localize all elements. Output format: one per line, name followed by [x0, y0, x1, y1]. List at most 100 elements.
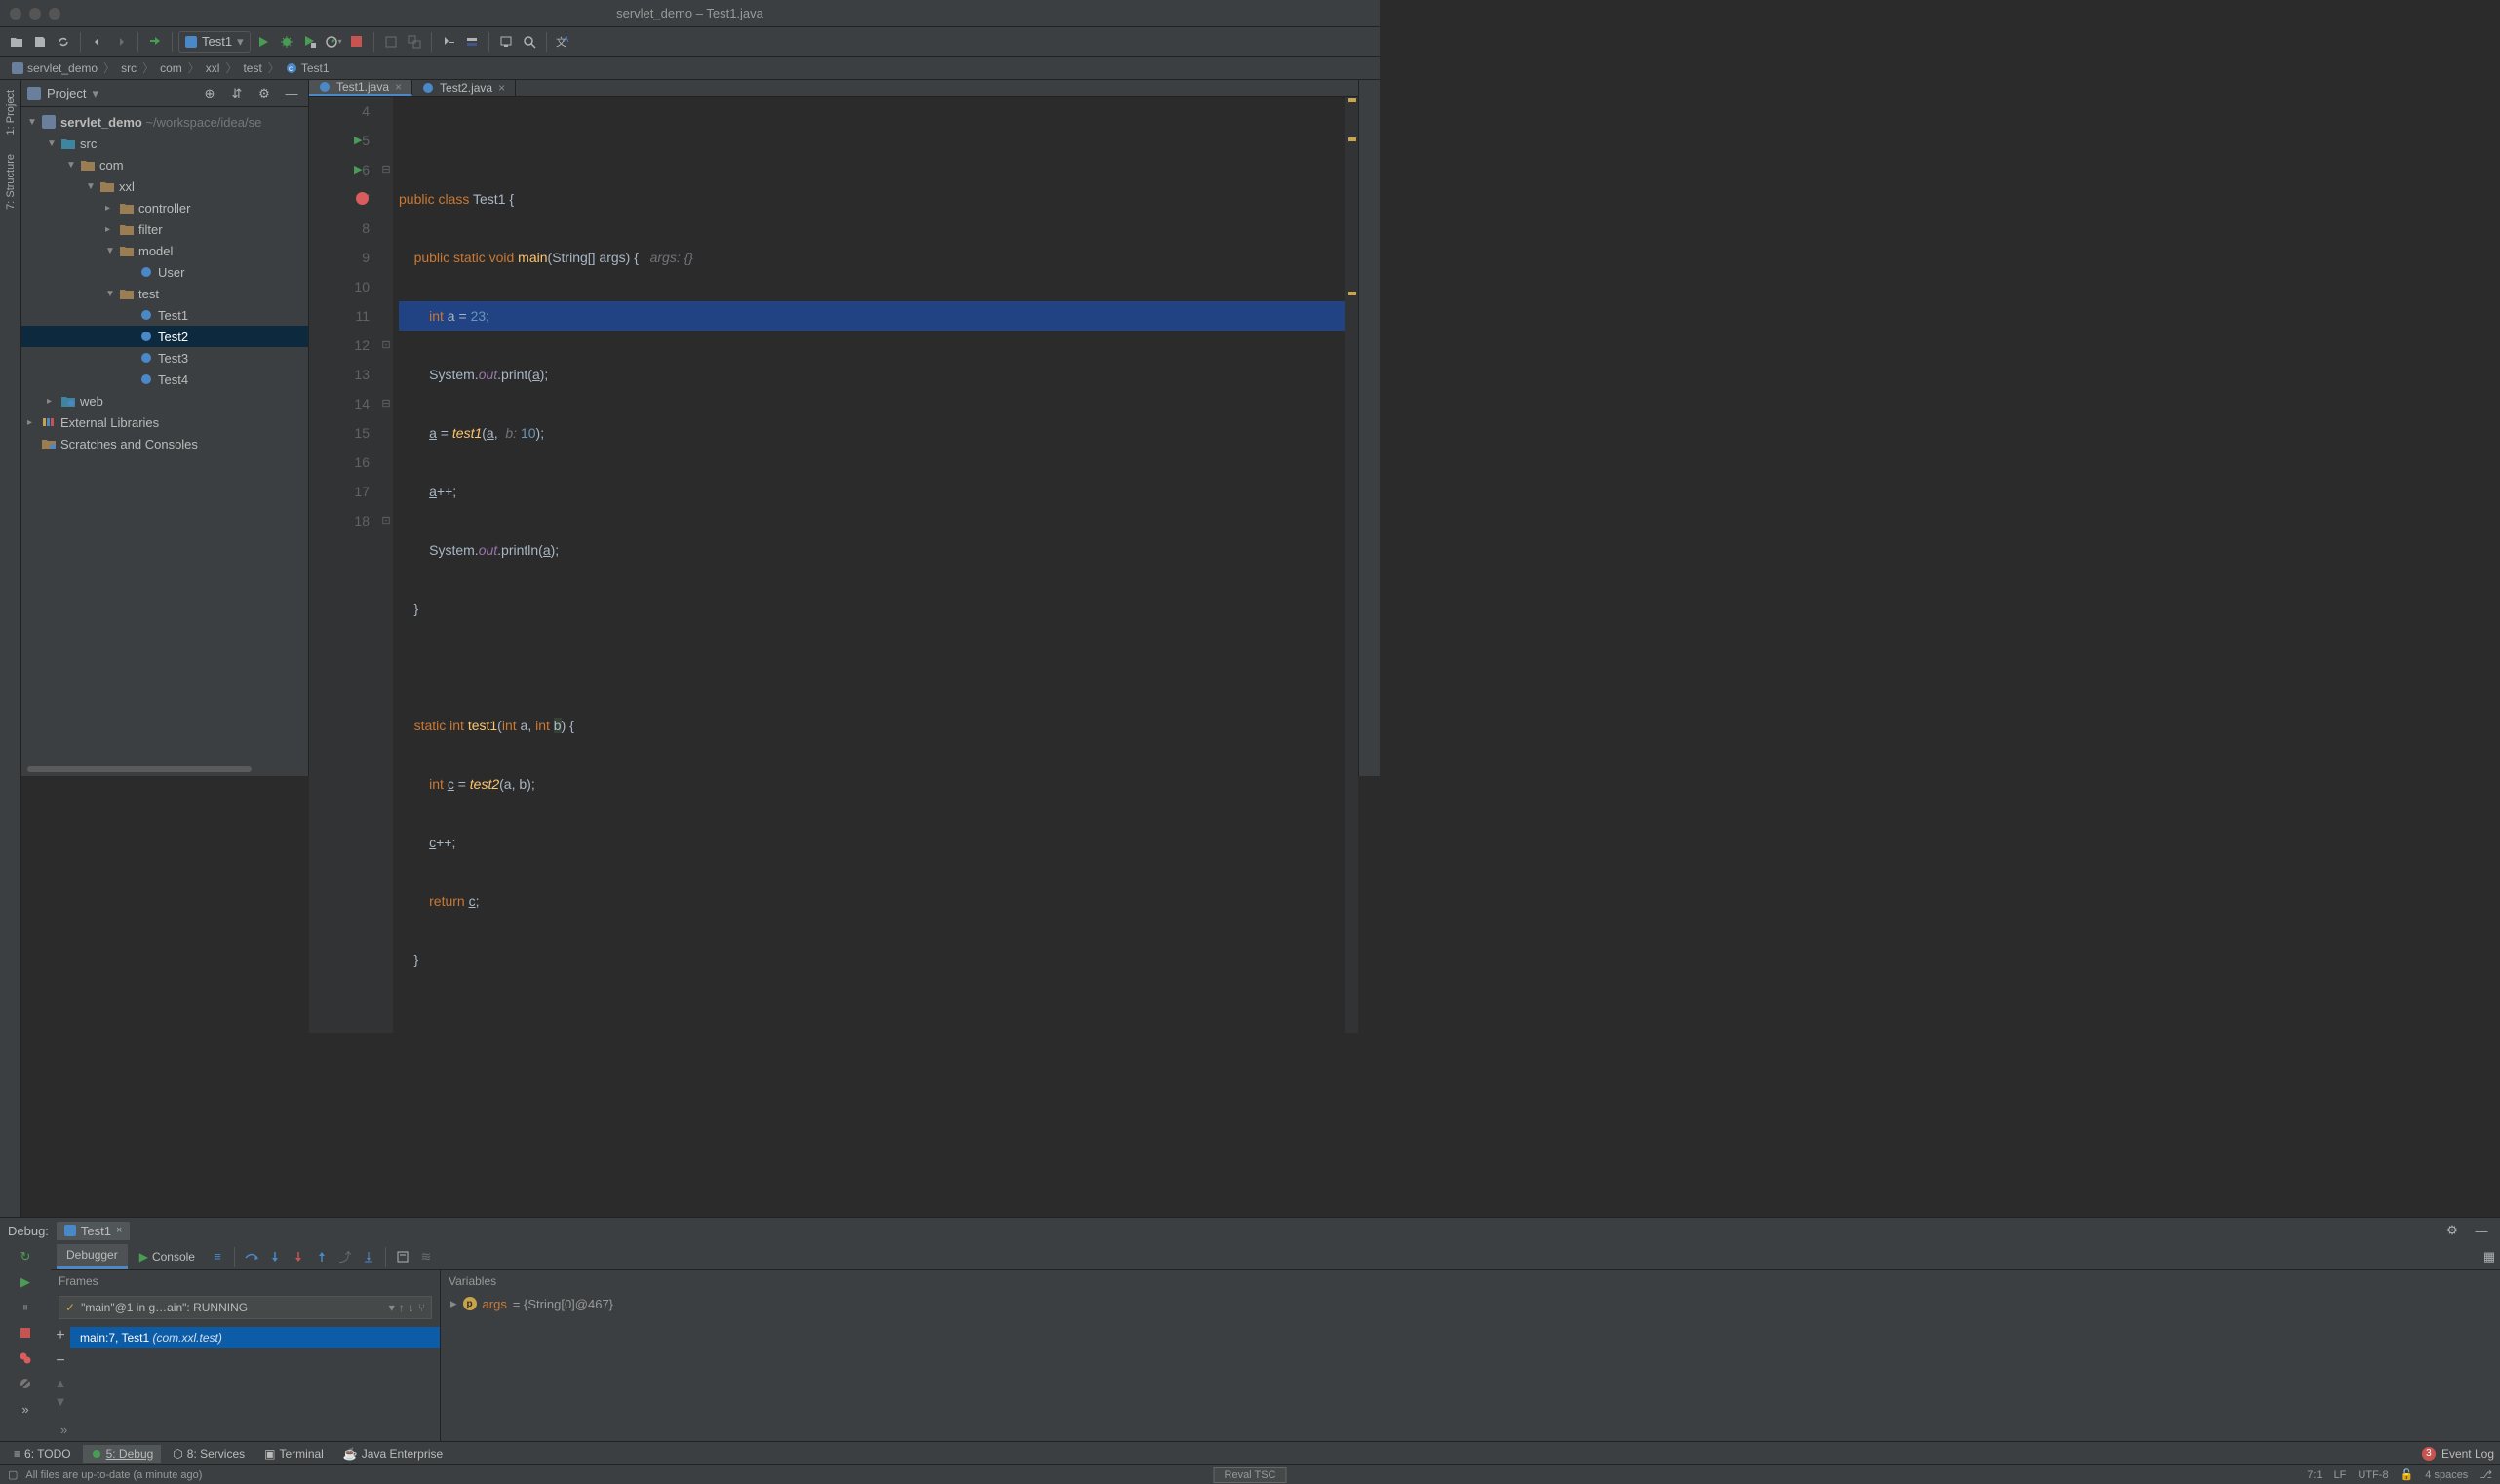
editor-tab-test2[interactable]: Test2.java × — [412, 80, 516, 96]
debugger-tab[interactable]: Debugger — [57, 1244, 128, 1269]
more-icon[interactable]: » — [51, 1419, 440, 1441]
project-tree[interactable]: ▼servlet_demo ~/workspace/idea/se ▼src ▼… — [21, 107, 308, 766]
view-breakpoints-icon[interactable] — [16, 1348, 35, 1368]
stop-icon[interactable] — [346, 31, 368, 53]
add-watch-icon[interactable]: + — [50, 1325, 71, 1347]
vcs-icon[interactable] — [438, 31, 459, 53]
build-icon[interactable] — [144, 31, 166, 53]
run-gutter-icon[interactable]: ▶ — [354, 155, 362, 184]
console-tab[interactable]: ▶Console — [130, 1246, 205, 1268]
debug-session-tab[interactable]: Test1 × — [57, 1222, 131, 1240]
search-icon[interactable] — [519, 31, 540, 53]
open-icon[interactable] — [6, 31, 27, 53]
minimize-window-icon[interactable] — [29, 8, 41, 20]
todo-tab[interactable]: ≡6: TODO — [6, 1445, 79, 1463]
lock-icon[interactable]: 🔓 — [2401, 1468, 2414, 1481]
mute-breakpoints-icon[interactable] — [16, 1374, 35, 1393]
variable-row[interactable]: ▸ p args = {String[0]@467} — [441, 1292, 2500, 1315]
update-app-icon[interactable] — [380, 31, 402, 53]
encoding[interactable]: UTF-8 — [2358, 1469, 2388, 1481]
frames-column: Frames ✓"main"@1 in g…ain": RUNNING ▾↑↓⑂… — [51, 1270, 441, 1441]
rerun-icon[interactable]: ↻ — [16, 1247, 35, 1267]
gear-icon[interactable]: ⚙ — [2441, 1220, 2463, 1241]
breadcrumb-item[interactable]: com — [156, 61, 186, 75]
prev-frame-icon[interactable]: ↑ — [399, 1301, 405, 1314]
debug-title: Debug: — [8, 1224, 49, 1238]
next-frame-icon[interactable]: ↓ — [409, 1301, 414, 1314]
breadcrumb-item[interactable]: src — [117, 61, 140, 75]
breadcrumb-item[interactable]: servlet_demo — [8, 61, 101, 75]
debug-icon[interactable] — [276, 31, 297, 53]
close-icon[interactable]: × — [498, 81, 505, 95]
force-step-into-icon[interactable] — [288, 1246, 309, 1268]
resume-icon[interactable]: ▶ — [16, 1272, 35, 1292]
project-panel: Project ▾ ⊕ ⇵ ⚙ — ▼servlet_demo ~/worksp… — [21, 80, 309, 776]
ide-settings-icon[interactable] — [495, 31, 517, 53]
tree-item: model — [138, 244, 173, 258]
fold-column[interactable]: ⊟⊡⊟⊡ — [379, 97, 393, 1033]
save-icon[interactable] — [29, 31, 51, 53]
git-branch-icon[interactable]: ⎇ — [2480, 1468, 2492, 1481]
right-tool-strip — [1358, 80, 1380, 776]
layout-icon[interactable]: ▦ — [2479, 1246, 2500, 1268]
breadcrumb-item[interactable]: test — [239, 61, 265, 75]
run-config-selector[interactable]: Test1 ▾ — [178, 31, 251, 53]
stack-frame[interactable]: main:7, Test1 (com.xxl.test) — [70, 1327, 440, 1348]
coverage-icon[interactable] — [299, 31, 321, 53]
gear-icon[interactable]: ⚙ — [254, 83, 275, 104]
close-window-icon[interactable] — [10, 8, 21, 20]
caret-position[interactable]: 7:1 — [2307, 1469, 2322, 1481]
step-over-icon[interactable] — [241, 1246, 262, 1268]
step-out-icon[interactable] — [311, 1246, 332, 1268]
filter-icon[interactable]: ⑂ — [418, 1301, 425, 1314]
profile-icon[interactable]: ▾ — [323, 31, 344, 53]
editor-body[interactable]: 4 5▶ 6▶ 7 8 9 10 11 12 13 14 15 16 17 18… — [309, 97, 1358, 1033]
drop-frame-icon[interactable]: ⤴ — [334, 1246, 356, 1268]
expand-all-icon[interactable]: ⇵ — [226, 83, 248, 104]
code-area[interactable]: public class Test1 { public static void … — [393, 97, 1345, 1033]
maximize-window-icon[interactable] — [49, 8, 60, 20]
evaluate-icon[interactable] — [392, 1246, 413, 1268]
run-icon[interactable] — [253, 31, 274, 53]
remove-watch-icon[interactable]: − — [50, 1350, 71, 1372]
attach-icon[interactable] — [404, 31, 425, 53]
run-gutter-icon[interactable]: ▶ — [354, 126, 362, 155]
horizontal-scrollbar[interactable] — [21, 766, 308, 776]
step-into-icon[interactable] — [264, 1246, 286, 1268]
structure-tool-button[interactable]: 7: Structure — [5, 150, 17, 214]
tool-window-toggle-icon[interactable]: ▢ — [8, 1468, 18, 1481]
close-icon[interactable]: × — [395, 80, 402, 94]
thread-dump-icon[interactable]: ≡ — [207, 1246, 228, 1268]
breadcrumb-item[interactable]: cTest1 — [282, 61, 333, 75]
breadcrumb-item[interactable]: xxl — [202, 61, 224, 75]
minimize-icon[interactable]: — — [2471, 1220, 2492, 1241]
breakpoint-icon[interactable] — [356, 192, 369, 205]
chevron-down-icon[interactable]: ▾ — [92, 86, 98, 101]
sync-icon[interactable] — [53, 31, 74, 53]
stop-icon[interactable] — [16, 1323, 35, 1343]
minimize-icon[interactable]: — — [281, 83, 302, 104]
forward-icon[interactable] — [110, 31, 132, 53]
translate-icon[interactable]: 文A — [553, 31, 574, 53]
line-separator[interactable]: LF — [2334, 1469, 2347, 1481]
java-ee-tab[interactable]: ☕Java Enterprise — [335, 1445, 450, 1463]
indent-info[interactable]: 4 spaces — [2425, 1469, 2468, 1481]
thread-selector[interactable]: ✓"main"@1 in g…ain": RUNNING ▾↑↓⑂ — [59, 1296, 432, 1319]
select-opened-icon[interactable]: ⊕ — [199, 83, 220, 104]
debug-tab[interactable]: 5: Debug — [83, 1445, 162, 1463]
error-stripe[interactable] — [1345, 97, 1358, 1033]
project-tool-button[interactable]: 1: Project — [5, 86, 17, 138]
event-log-tab[interactable]: Event Log — [2441, 1447, 2494, 1461]
terminal-tab[interactable]: ▣Terminal — [256, 1445, 332, 1463]
pause-icon[interactable]: ⏸ — [16, 1298, 35, 1317]
project-structure-icon[interactable] — [461, 31, 483, 53]
run-to-cursor-icon[interactable] — [358, 1246, 379, 1268]
line-gutter[interactable]: 4 5▶ 6▶ 7 8 9 10 11 12 13 14 15 16 17 18 — [309, 97, 379, 1033]
trace-icon[interactable]: ≋ — [415, 1246, 437, 1268]
more-icon[interactable]: » — [16, 1399, 35, 1419]
editor-tab-test1[interactable]: Test1.java × — [309, 80, 412, 96]
status-popup[interactable]: Reval TSC — [1214, 1467, 1287, 1483]
tree-item: External Libraries — [60, 415, 159, 430]
back-icon[interactable] — [87, 31, 108, 53]
services-tab[interactable]: ⬡8: Services — [165, 1445, 253, 1463]
